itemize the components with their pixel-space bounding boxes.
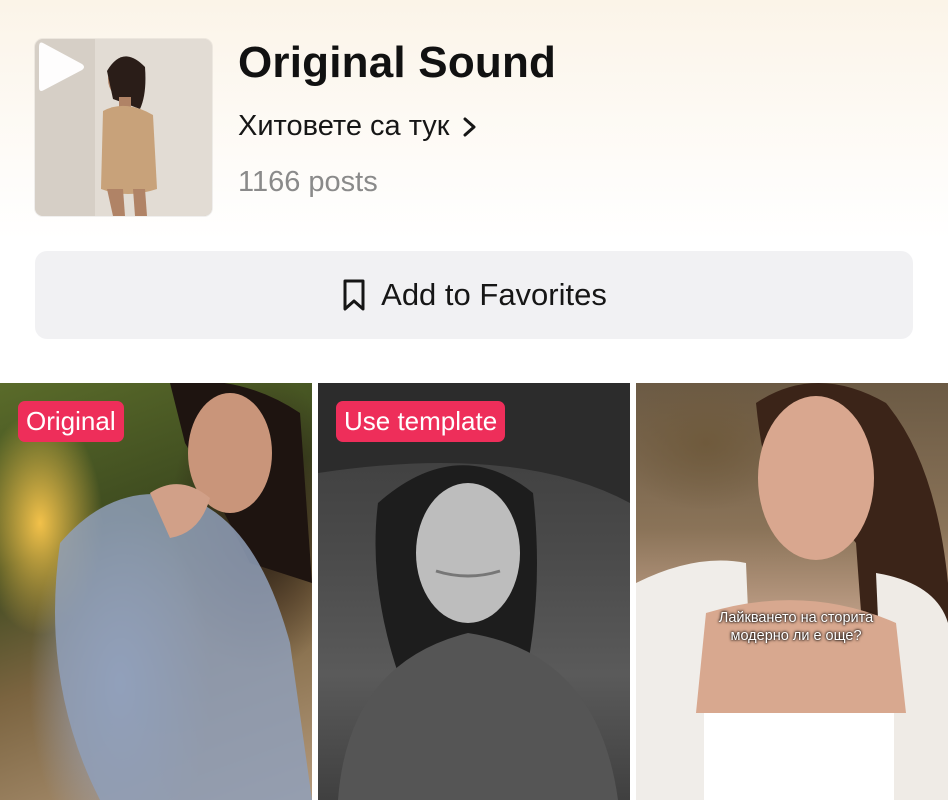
play-icon[interactable] [35,39,87,95]
bookmark-icon [343,279,365,311]
video-thumbnail [55,383,312,800]
post-count: 1166 posts [238,166,378,198]
video-tile[interactable]: Original [0,383,312,800]
video-thumbnail [636,383,948,800]
favorites-label: Add to Favorites [381,277,607,312]
use-template-badge[interactable]: Use template [336,401,506,442]
add-to-favorites-button[interactable]: Add to Favorites [35,251,913,339]
chevron-right-icon [463,117,475,136]
sound-title: Original Sound [238,38,557,87]
video-caption: Лайкването на сторита модерно ли е още? [718,610,874,644]
artist-name[interactable]: Хитовете са тук [238,110,450,143]
video-thumbnail [318,383,630,800]
video-grid: Original Use template Лайкването на стор… [0,383,948,800]
original-badge: Original [18,401,124,442]
video-tile[interactable]: Use template [318,383,630,800]
sound-cover[interactable] [35,39,212,216]
video-tile[interactable]: Лайкването на сторита модерно ли е още? [636,383,948,800]
artist-link[interactable]: Хитовете са тук [238,110,478,143]
